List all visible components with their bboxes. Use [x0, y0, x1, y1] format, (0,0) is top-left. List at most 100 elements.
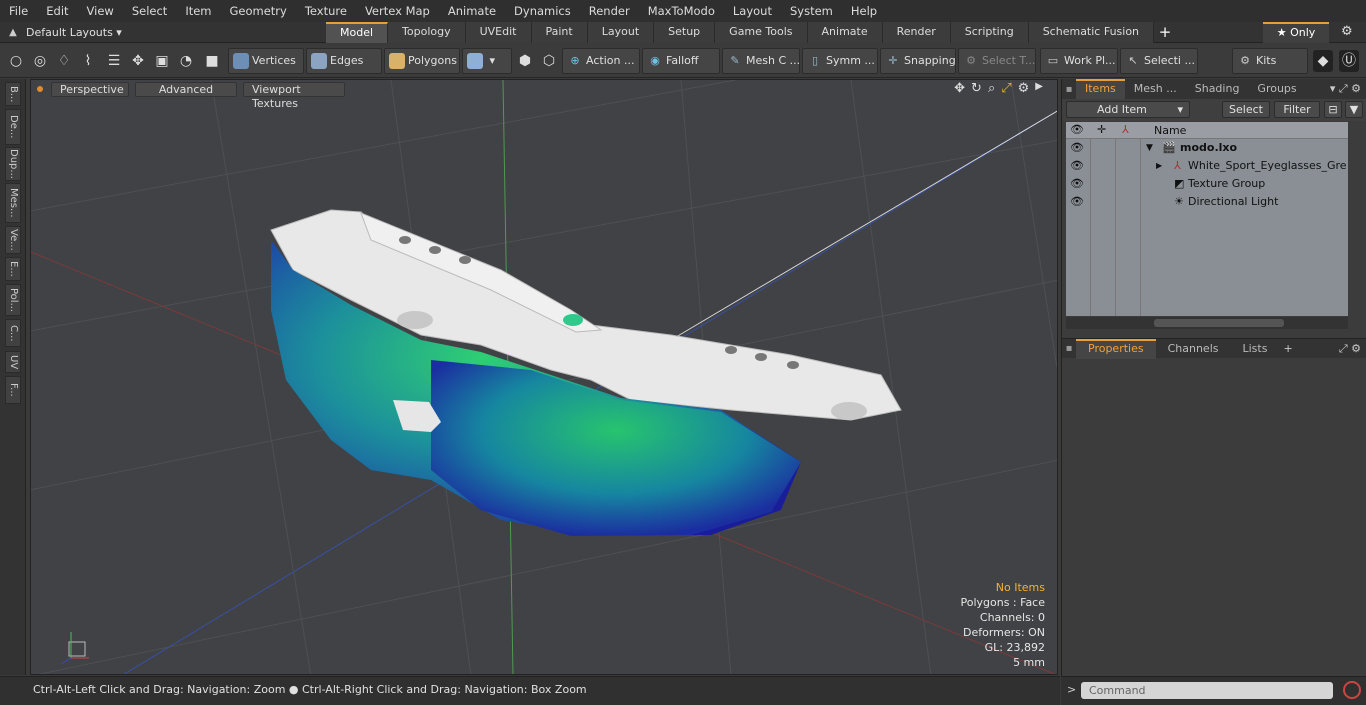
menu-edit[interactable]: Edit — [37, 0, 77, 22]
panel-tab-channels[interactable]: Channels — [1156, 339, 1231, 359]
pivot-icon[interactable]: ⬢ — [515, 50, 535, 72]
move-view-icon[interactable]: ✥ — [954, 81, 965, 96]
left-tab-2[interactable]: Dup... — [5, 147, 21, 181]
menu-animate[interactable]: Animate — [439, 0, 505, 22]
tab-schematic-fusion[interactable]: Schematic Fusion — [1028, 22, 1155, 43]
viewport-textures-button[interactable]: Viewport Textures — [243, 81, 345, 110]
record-icon[interactable] — [1343, 681, 1361, 699]
tab-setup[interactable]: Setup — [654, 22, 716, 43]
falloff-button[interactable]: ◉ Falloff — [642, 48, 720, 74]
add-item-dropdown[interactable]: Add Item ▾ — [1066, 101, 1190, 118]
funnel-icon[interactable]: ▼ — [1345, 101, 1363, 118]
only-toggle[interactable]: ★ Only — [1263, 22, 1329, 43]
polygons-button[interactable]: Polygons — [384, 48, 460, 74]
pen-icon[interactable]: ♢ — [54, 50, 74, 72]
item-mode-button[interactable]: ▾ — [462, 48, 512, 74]
eye-icon[interactable]: 👁 — [1070, 175, 1084, 193]
panel-tab-properties[interactable]: Properties — [1076, 338, 1156, 359]
eye-icon[interactable]: 👁 — [1070, 157, 1084, 175]
tab-layout[interactable]: Layout — [587, 22, 655, 43]
add-tab-icon[interactable]: + — [1154, 22, 1176, 43]
tree-row-light[interactable]: 👁 ☀ Directional Light — [1066, 193, 1348, 211]
menu-dynamics[interactable]: Dynamics — [505, 0, 580, 22]
tab-game-tools[interactable]: Game Tools — [715, 22, 808, 43]
rotate-view-icon[interactable]: ↻ — [971, 81, 982, 96]
left-tab-1[interactable]: De... — [5, 109, 21, 145]
gear-icon[interactable]: ⚙ — [1341, 24, 1353, 39]
name-column-header[interactable]: Name — [1154, 124, 1186, 137]
panel-tab-items[interactable]: Items — [1076, 79, 1125, 99]
3d-viewport[interactable]: Perspective Advanced Viewport Textures ✥… — [30, 79, 1058, 675]
viewport-menu-icon[interactable]: ▶ — [1035, 81, 1043, 96]
panel-tab-shading[interactable]: Shading — [1186, 79, 1249, 99]
menu-texture[interactable]: Texture — [296, 0, 356, 22]
menu-file[interactable]: File — [0, 0, 37, 22]
globe-icon[interactable]: ◎ — [30, 50, 50, 72]
snapping-button[interactable]: ✛ Snapping — [880, 48, 956, 74]
tab-paint[interactable]: Paint — [531, 22, 588, 43]
menu-item[interactable]: Item — [176, 0, 220, 22]
tree-row-root[interactable]: 👁 ▼ 🎬 modo.lxo — [1066, 139, 1348, 157]
expand-arrow-icon[interactable]: ▶ — [1156, 157, 1162, 175]
panel-options-icon[interactable]: ▾ ⤢ ⚙ — [1330, 82, 1361, 96]
left-tab-0[interactable]: B... — [5, 82, 21, 106]
menu-geometry[interactable]: Geometry — [221, 0, 296, 22]
menu-maxtomodo[interactable]: MaxToModo — [639, 0, 724, 22]
advanced-button[interactable]: Advanced — [135, 81, 237, 97]
viewport-settings-icon[interactable]: ⚙ — [1018, 81, 1030, 96]
work-plane-button[interactable]: ▭ Work Pl... — [1040, 48, 1118, 74]
scroll-thumb[interactable] — [1154, 319, 1284, 327]
add-panel-tab-icon[interactable]: + — [1283, 342, 1292, 355]
tree-row-mesh[interactable]: 👁 ▶ ⅄ White_Sport_Eyeglasses_Gre... — [1066, 157, 1348, 175]
panel-tab-lists[interactable]: Lists — [1231, 339, 1280, 359]
expand-arrow-icon[interactable]: ▼ — [1146, 139, 1153, 157]
vertices-button[interactable]: Vertices — [228, 48, 304, 74]
panel-tab-mesh[interactable]: Mesh ... — [1125, 79, 1186, 99]
left-tab-4[interactable]: Ve... — [5, 226, 21, 254]
rotate-icon[interactable]: ◔ — [176, 50, 196, 72]
filter-button[interactable]: Filter — [1274, 101, 1320, 118]
menu-system[interactable]: System — [781, 0, 842, 22]
perspective-button[interactable]: Perspective — [51, 81, 129, 97]
circle-select-icon[interactable]: ○ — [6, 50, 26, 72]
menu-help[interactable]: Help — [842, 0, 886, 22]
zoom-view-icon[interactable]: ⌕ — [988, 81, 995, 96]
maximize-icon[interactable]: ⤢ — [1001, 81, 1011, 96]
select-through-button[interactable]: ⚙ Select T... — [958, 48, 1036, 74]
menu-render[interactable]: Render — [580, 0, 639, 22]
tab-uvedit[interactable]: UVEdit — [465, 22, 532, 43]
eye-icon[interactable]: 👁 — [1070, 193, 1084, 211]
square-icon[interactable]: ▣ — [152, 50, 172, 72]
tree-row-texture-group[interactable]: 👁 ◩ Texture Group — [1066, 175, 1348, 193]
left-tab-6[interactable]: Pol... — [5, 284, 21, 316]
left-tab-9[interactable]: F... — [5, 376, 21, 404]
layout-up-icon[interactable]: ▲ — [0, 27, 26, 38]
edges-button[interactable]: Edges — [306, 48, 382, 74]
tab-topology[interactable]: Topology — [388, 22, 466, 43]
tab-model[interactable]: Model — [326, 22, 389, 43]
menu-select[interactable]: Select — [123, 0, 176, 22]
mesh-constraint-button[interactable]: ✎ Mesh C ... — [722, 48, 800, 74]
left-tab-3[interactable]: Mes... — [5, 183, 21, 223]
panel-tab-groups[interactable]: Groups — [1248, 79, 1305, 99]
tab-scripting[interactable]: Scripting — [950, 22, 1029, 43]
left-tab-5[interactable]: E... — [5, 257, 21, 281]
tree-scrollbar[interactable] — [1066, 317, 1348, 329]
symmetry-button[interactable]: ▯ Symm ... — [802, 48, 878, 74]
brush-icon[interactable]: ⌇ — [78, 50, 98, 72]
tab-animate[interactable]: Animate — [807, 22, 883, 43]
panel-options-icon[interactable]: ⤢ ⚙ — [1339, 342, 1361, 356]
selection-sets-button[interactable]: ↖ Selecti ... — [1120, 48, 1198, 74]
select-button[interactable]: Select — [1222, 101, 1270, 118]
menu-vertex-map[interactable]: Vertex Map — [356, 0, 439, 22]
tab-render[interactable]: Render — [882, 22, 951, 43]
align-icon[interactable]: ☰ — [104, 50, 124, 72]
menu-layout[interactable]: Layout — [724, 0, 781, 22]
kits-button[interactable]: ⚙ Kits — [1232, 48, 1308, 74]
transform-icon[interactable]: ✥ — [128, 50, 148, 72]
left-tab-8[interactable]: UV — [5, 351, 21, 373]
unreal-icon[interactable]: Ⓤ — [1339, 50, 1359, 72]
center-icon[interactable]: ⬡ — [539, 50, 559, 72]
unity-icon[interactable]: ◆ — [1313, 50, 1333, 72]
command-input[interactable]: Command — [1081, 682, 1333, 699]
